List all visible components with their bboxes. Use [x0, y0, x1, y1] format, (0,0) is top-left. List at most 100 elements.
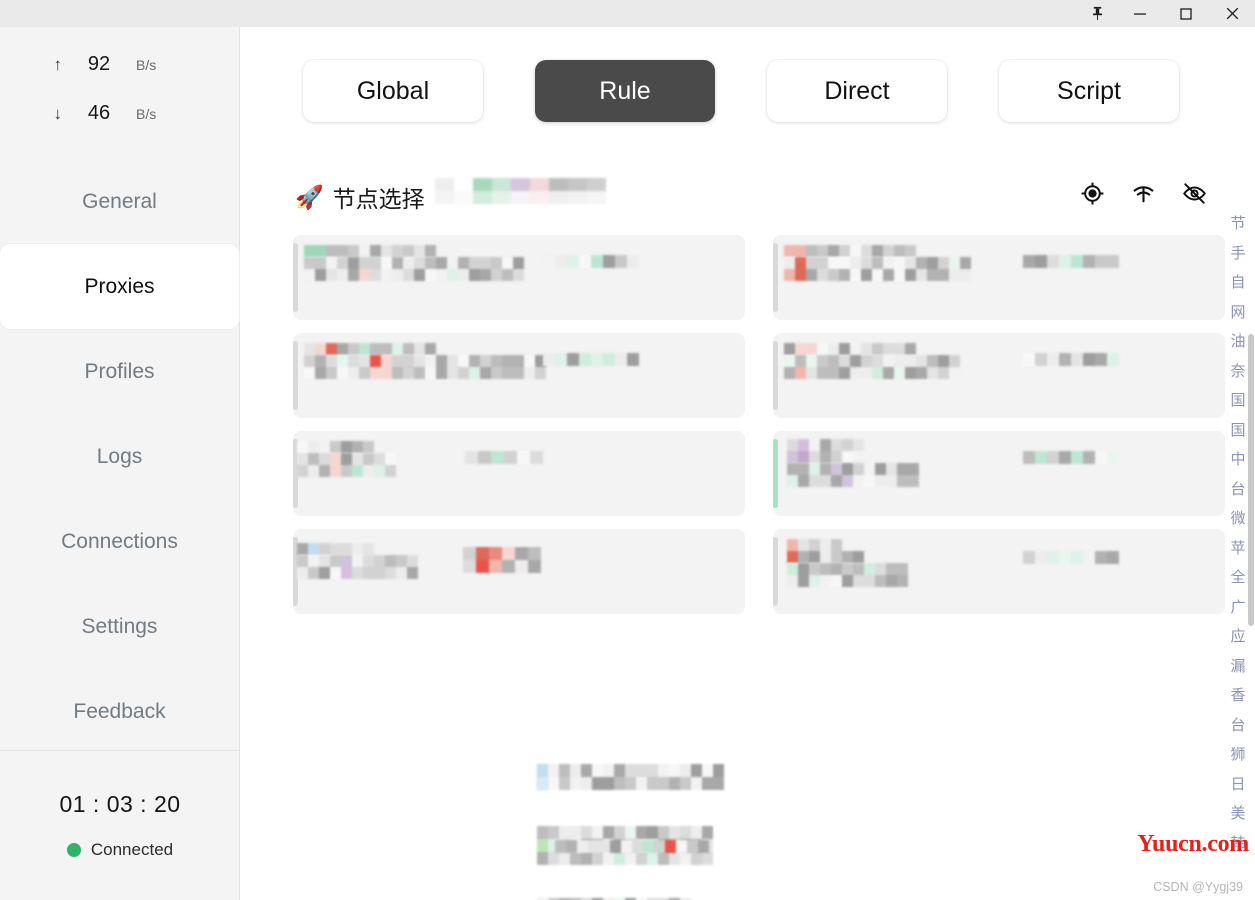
upload-speed-unit: B/s — [136, 57, 157, 73]
rail-char[interactable]: 自 — [1230, 275, 1245, 290]
rail-char[interactable]: 香 — [1230, 688, 1245, 703]
proxy-card[interactable] — [293, 529, 745, 614]
rail-char[interactable]: 国 — [1230, 393, 1245, 408]
rail-char[interactable]: 广 — [1230, 600, 1245, 615]
proxy-card[interactable] — [293, 235, 745, 320]
rail-char[interactable]: 手 — [1230, 246, 1245, 261]
mosaic-cell — [407, 555, 418, 567]
proxy-group-header[interactable]: 🚀 节点选择 — [295, 169, 1225, 225]
rail-char[interactable]: 台 — [1230, 482, 1245, 497]
mosaic-cell — [905, 269, 916, 281]
mosaic-cell — [359, 367, 370, 379]
rail-char[interactable]: 网 — [1230, 305, 1245, 320]
sidebar-item-general[interactable]: General — [0, 159, 239, 244]
mode-button-script[interactable]: Script — [999, 60, 1179, 122]
sidebar-item-label: Proxies — [84, 274, 155, 298]
mosaic-cell — [425, 343, 436, 355]
mode-label: Rule — [599, 76, 651, 105]
mode-button-global[interactable]: Global — [303, 60, 483, 122]
sidebar-item-logs[interactable]: Logs — [0, 414, 239, 499]
rail-char[interactable]: 全 — [1230, 570, 1245, 585]
mosaic-cell — [615, 255, 627, 268]
mosaic-cell — [614, 764, 625, 777]
rail-char[interactable]: 苹 — [1230, 541, 1245, 556]
mosaic-cell — [341, 567, 352, 579]
rail-char[interactable]: 漏 — [1230, 659, 1245, 674]
sidebar-item-proxies[interactable]: Proxies — [0, 244, 239, 329]
mosaic-cell — [381, 269, 392, 281]
mosaic-cell — [392, 367, 403, 379]
rail-char[interactable]: 节 — [1230, 216, 1245, 231]
speed-test-icon[interactable] — [1131, 181, 1156, 206]
mosaic-cell — [403, 343, 414, 355]
proxy-card[interactable] — [773, 529, 1225, 614]
eye-off-icon[interactable] — [1182, 181, 1207, 206]
mosaic-cell — [687, 840, 698, 853]
maximize-button[interactable] — [1163, 0, 1209, 27]
proxy-card[interactable] — [773, 333, 1225, 418]
close-button[interactable] — [1209, 0, 1255, 27]
mosaic-cell — [798, 551, 809, 563]
proxy-card[interactable] — [293, 431, 745, 516]
proxy-card-selected[interactable] — [773, 431, 1225, 516]
mode-button-rule[interactable]: Rule — [535, 60, 715, 122]
mosaic-cell — [872, 257, 883, 269]
proxy-row[interactable] — [537, 892, 1255, 900]
mosaic-cell — [842, 575, 853, 587]
mosaic-cell — [1071, 353, 1083, 366]
main-scrollbar[interactable] — [1248, 160, 1255, 900]
mosaic-cell — [809, 575, 820, 587]
sidebar-item-profiles[interactable]: Profiles — [0, 329, 239, 414]
mosaic-cell — [627, 353, 639, 366]
rail-char[interactable]: 奈 — [1230, 364, 1245, 379]
mosaic-cell — [537, 826, 548, 839]
mosaic-cell — [359, 257, 370, 269]
rail-char[interactable]: 台 — [1230, 718, 1245, 733]
proxy-row[interactable] — [537, 760, 1255, 826]
mosaic-cell — [1095, 551, 1107, 564]
upload-speed: ↑ 92 B/s — [0, 53, 239, 76]
rail-char[interactable]: 日 — [1230, 777, 1245, 792]
pin-window-button[interactable] — [1077, 0, 1117, 27]
sidebar-item-feedback[interactable]: Feedback — [0, 669, 239, 754]
rail-char[interactable]: 国 — [1230, 423, 1245, 438]
rail-char[interactable]: 美 — [1230, 806, 1245, 821]
rail-char[interactable]: 油 — [1230, 334, 1245, 349]
mosaic-cell — [784, 257, 795, 269]
mosaic-cell — [861, 257, 872, 269]
mosaic-cell — [591, 255, 603, 268]
connection-status: 01 : 03 : 20 Connected — [0, 751, 240, 900]
mosaic-cell — [599, 840, 610, 853]
redacted-content — [1023, 551, 1119, 564]
mosaic-cell — [511, 178, 530, 191]
locate-icon[interactable] — [1080, 181, 1105, 206]
mosaic-cell — [842, 563, 853, 575]
mosaic-cell — [798, 451, 809, 463]
rail-char[interactable]: 应 — [1230, 629, 1245, 644]
scrollbar-thumb[interactable] — [1248, 334, 1254, 626]
mode-button-direct[interactable]: Direct — [767, 60, 947, 122]
proxy-card[interactable] — [293, 333, 745, 418]
mosaic-cell — [337, 257, 348, 269]
mosaic-cell — [820, 439, 831, 451]
mosaic-cell — [304, 245, 315, 257]
mosaic-cell — [603, 764, 614, 777]
mosaic-cell — [425, 367, 436, 379]
mosaic-cell — [548, 764, 559, 777]
rail-char[interactable]: 微 — [1230, 511, 1245, 526]
rail-char[interactable]: 狮 — [1230, 747, 1245, 762]
redacted-card-content — [297, 543, 374, 555]
minimize-button[interactable] — [1117, 0, 1163, 27]
sidebar-item-settings[interactable]: Settings — [0, 584, 239, 669]
mosaic-cell — [392, 257, 403, 269]
mosaic-cell — [469, 257, 480, 269]
mosaic-cell — [319, 567, 330, 579]
mosaic-cell — [883, 355, 894, 367]
proxy-card[interactable] — [773, 235, 1225, 320]
mosaic-cell — [592, 826, 603, 839]
mosaic-cell — [352, 555, 363, 567]
sidebar-item-connections[interactable]: Connections — [0, 499, 239, 584]
mosaic-cell — [636, 852, 647, 865]
rail-char[interactable]: 中 — [1230, 452, 1245, 467]
mosaic-cell — [680, 777, 691, 790]
